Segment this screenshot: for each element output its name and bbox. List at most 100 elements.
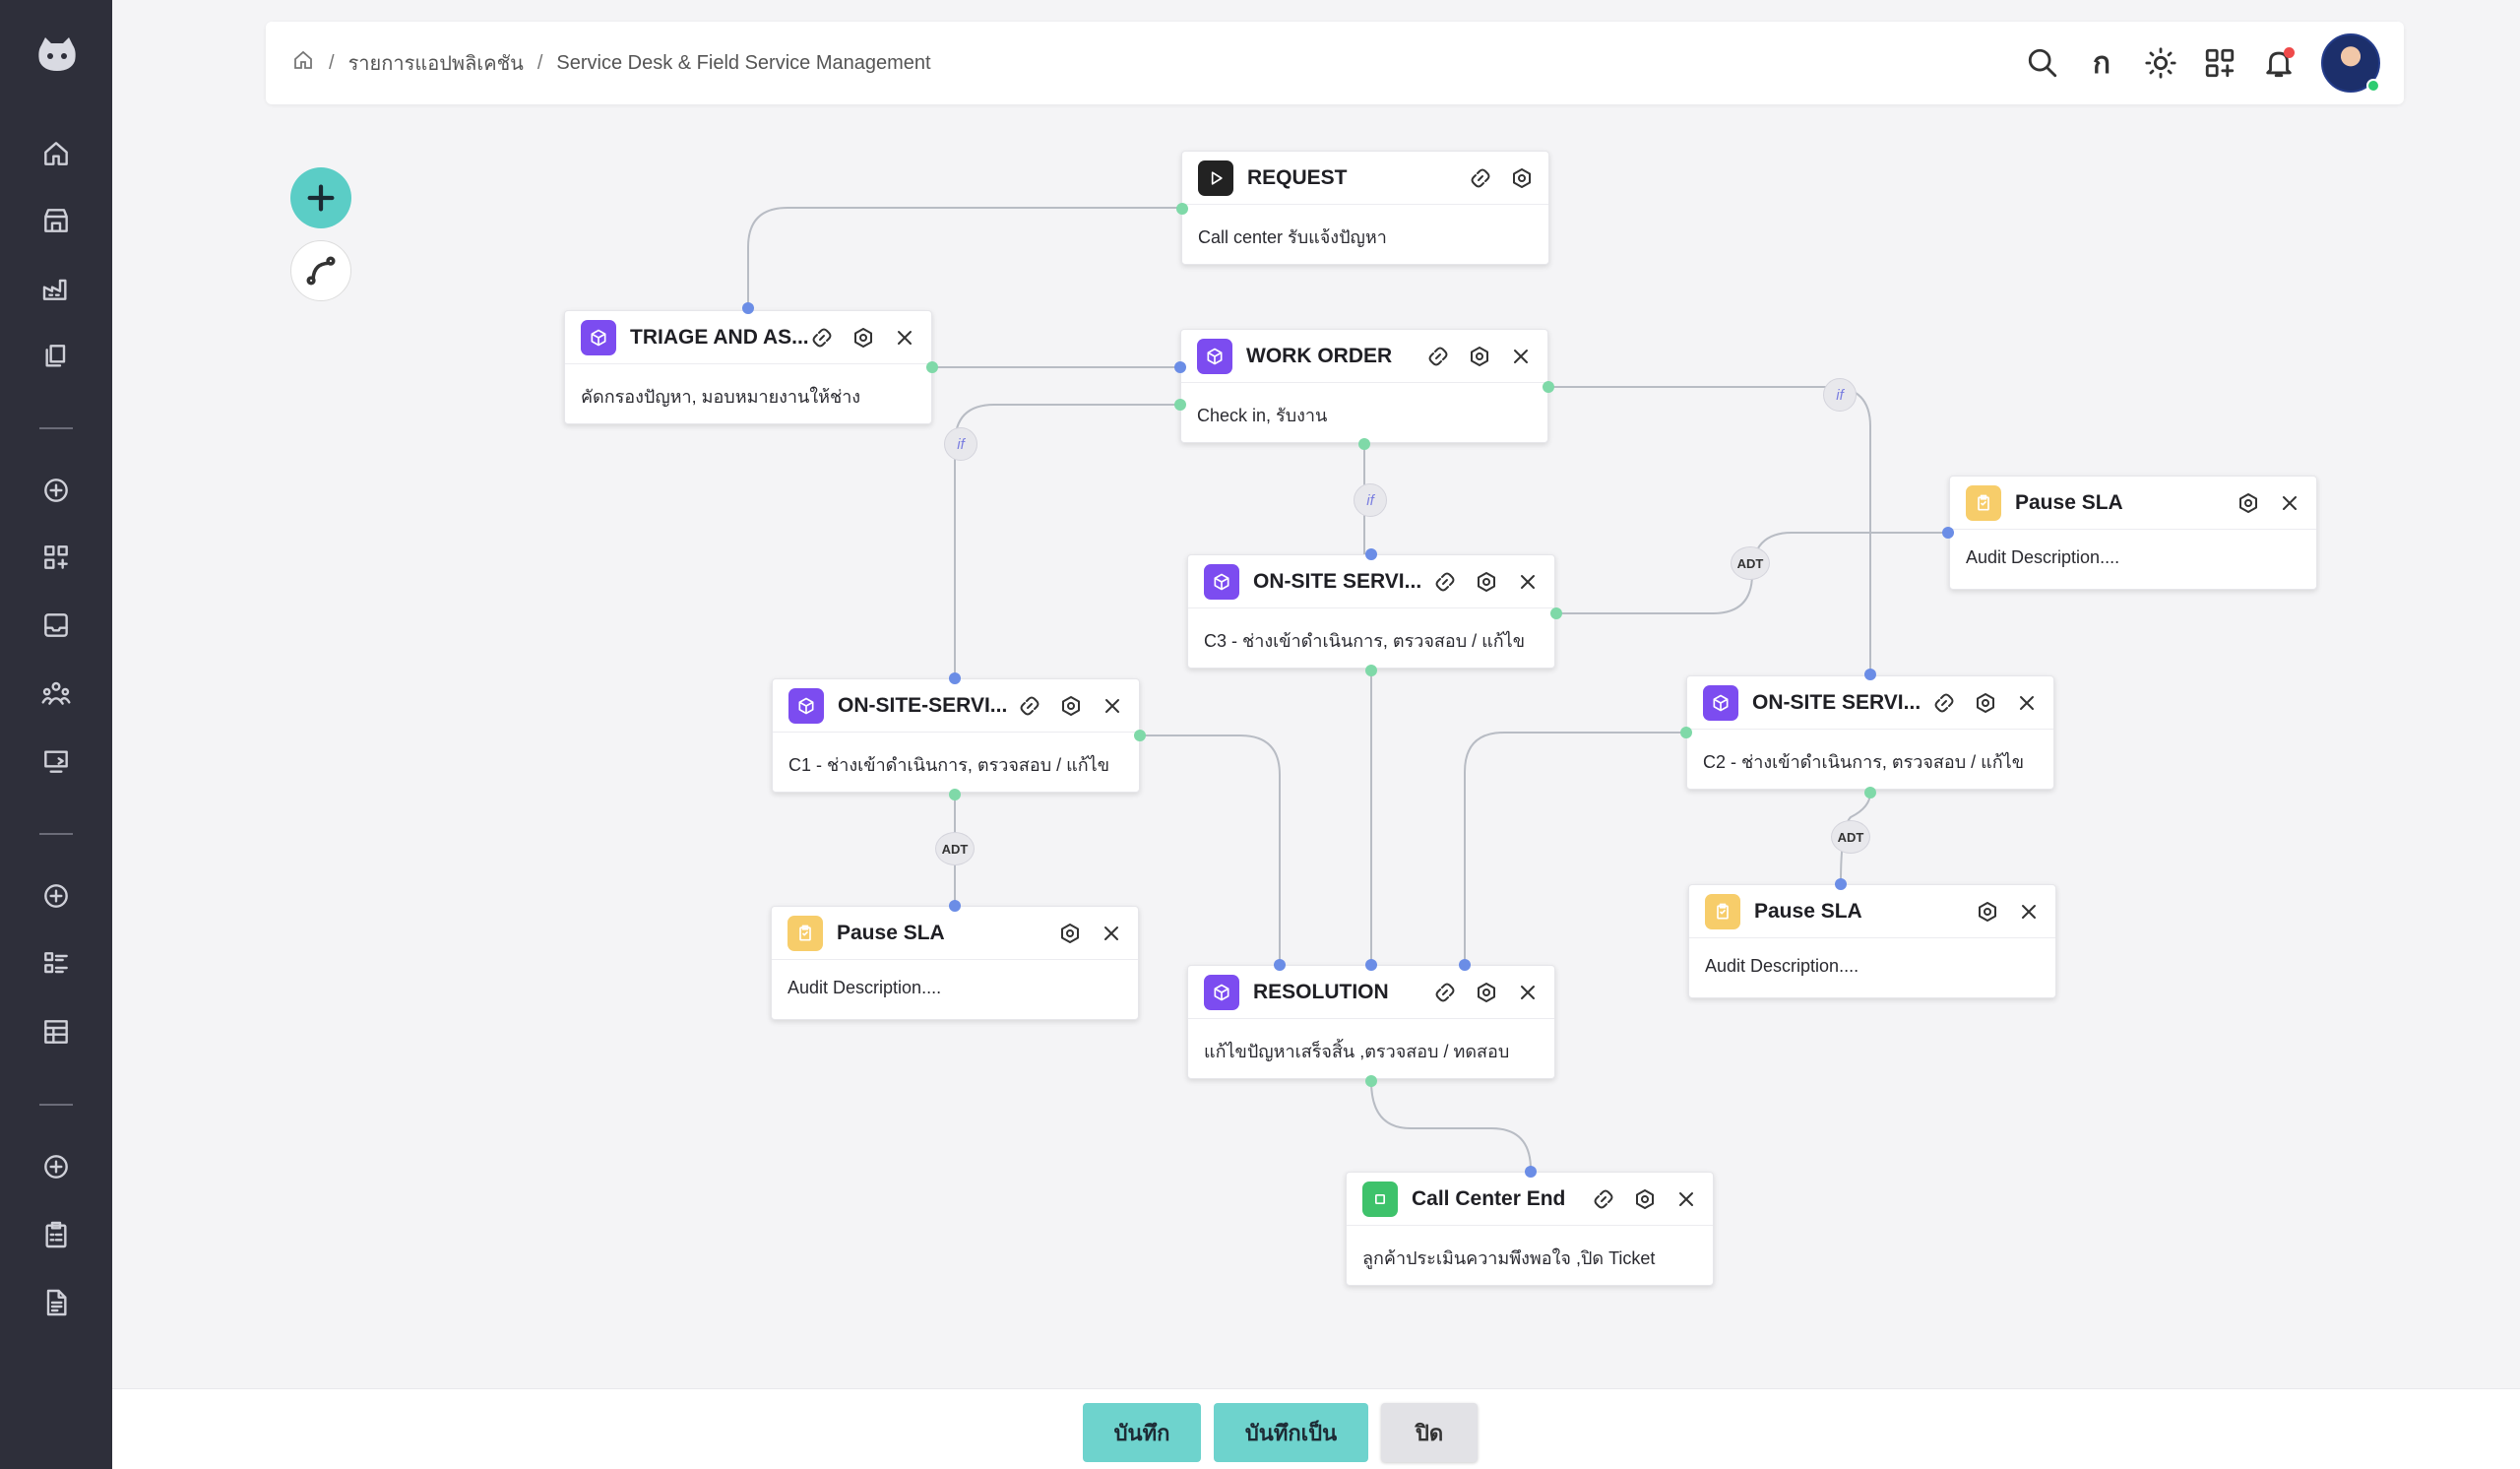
connection-port[interactable]	[1942, 527, 1954, 539]
connection-port[interactable]	[1365, 665, 1377, 676]
connection-port[interactable]	[949, 900, 961, 912]
connection-port[interactable]	[926, 361, 938, 373]
settings-icon[interactable]	[1630, 1184, 1660, 1214]
add-node-button[interactable]	[290, 167, 351, 228]
close-icon[interactable]	[1098, 691, 1127, 721]
settings-icon[interactable]	[849, 323, 878, 352]
connection-port[interactable]	[949, 672, 961, 684]
settings-icon[interactable]	[1465, 342, 1494, 371]
apps-add-icon[interactable]	[36, 538, 76, 577]
users-icon[interactable]	[36, 673, 76, 713]
language-icon[interactable]: ก	[2085, 46, 2118, 81]
node-pause-sla[interactable]: Pause SLA Audit Description....	[1949, 476, 2317, 590]
clipboard-icon[interactable]	[36, 1215, 76, 1254]
connection-port[interactable]	[1543, 381, 1554, 393]
connection-port[interactable]	[742, 302, 754, 314]
bell-icon[interactable]	[2262, 46, 2296, 80]
node-pause-sla[interactable]: Pause SLA Audit Description....	[1688, 884, 2056, 998]
connection-port[interactable]	[1274, 959, 1286, 971]
connection-port[interactable]	[1365, 548, 1377, 560]
node-call-center-end[interactable]: Call Center End ลูกค้าประเมินความพึงพอใจ…	[1346, 1172, 1714, 1286]
connect-path-button[interactable]	[290, 240, 351, 301]
search-icon[interactable]	[2026, 46, 2059, 80]
close-icon[interactable]	[2012, 688, 2042, 718]
home-icon[interactable]	[36, 134, 76, 173]
connection-port[interactable]	[1176, 203, 1188, 215]
app-logo-icon[interactable]	[33, 32, 81, 79]
connection-port[interactable]	[1358, 438, 1370, 450]
settings-icon[interactable]	[1472, 978, 1501, 1007]
inbox-icon[interactable]	[36, 606, 76, 645]
connection-port[interactable]	[1835, 878, 1847, 890]
document-icon[interactable]	[36, 1283, 76, 1322]
breadcrumb-app-list[interactable]: รายการแอปพลิเคชัน	[348, 47, 524, 79]
node-onsite-service-c3[interactable]: ON-SITE SERVI... C3 - ช่างเข้าดำเนินการ,…	[1187, 554, 1555, 669]
settings-icon[interactable]	[1973, 897, 2002, 926]
link-icon[interactable]	[1015, 691, 1044, 721]
add-circle-icon[interactable]	[36, 1147, 76, 1186]
avatar[interactable]	[2321, 33, 2380, 93]
connection-port[interactable]	[1680, 727, 1692, 738]
save-button[interactable]: บันทึก	[1083, 1403, 1201, 1462]
node-pause-sla[interactable]: Pause SLA Audit Description....	[771, 906, 1139, 1020]
link-icon[interactable]	[1929, 688, 1959, 718]
close-icon[interactable]	[2014, 897, 2044, 926]
settings-icon[interactable]	[1055, 919, 1085, 948]
save-as-button[interactable]: บันทึกเป็น	[1214, 1403, 1368, 1462]
link-icon[interactable]	[1423, 342, 1453, 371]
connection-port[interactable]	[1174, 399, 1186, 411]
connection-port[interactable]	[1365, 959, 1377, 971]
close-icon[interactable]	[1513, 978, 1543, 1007]
connection-port[interactable]	[1459, 959, 1471, 971]
screen-share-icon[interactable]	[36, 741, 76, 781]
topbar: / รายการแอปพลิเคชัน / Service Desk & Fie…	[266, 22, 2404, 104]
close-icon[interactable]	[1506, 342, 1536, 371]
node-triage-and-assign[interactable]: TRIAGE AND AS... คัดกรองปัญหา, มอบหมายงา…	[564, 310, 932, 424]
apps-add-icon[interactable]	[2203, 46, 2236, 80]
edge-label-if[interactable]: if	[1823, 378, 1857, 412]
node-request[interactable]: REQUEST Call center รับแจ้งปัญหา	[1181, 151, 1549, 265]
factory-icon[interactable]	[36, 269, 76, 308]
edge-label-adt[interactable]: ADT	[1831, 820, 1870, 854]
list-icon[interactable]	[36, 944, 76, 984]
edge-label-if[interactable]: if	[1354, 483, 1387, 517]
add-circle-icon[interactable]	[36, 471, 76, 510]
connection-port[interactable]	[1134, 730, 1146, 741]
node-onsite-service-c2[interactable]: ON-SITE SERVI... C2 - ช่างเข้าดำเนินการ,…	[1686, 675, 2054, 790]
connection-port[interactable]	[1525, 1166, 1537, 1178]
table-icon[interactable]	[36, 1012, 76, 1052]
home-icon[interactable]	[291, 48, 315, 78]
link-icon[interactable]	[807, 323, 837, 352]
connection-port[interactable]	[1864, 787, 1876, 798]
connection-port[interactable]	[1864, 669, 1876, 680]
connection-port[interactable]	[1550, 607, 1562, 619]
settings-icon[interactable]	[1472, 567, 1501, 597]
files-icon[interactable]	[36, 337, 76, 376]
node-work-order[interactable]: WORK ORDER Check in, รับงาน	[1180, 329, 1548, 443]
close-icon[interactable]	[890, 323, 919, 352]
node-resolution[interactable]: RESOLUTION แก้ไขปัญหาเสร็จสิ้น ,ตรวจสอบ …	[1187, 965, 1555, 1079]
connection-port[interactable]	[1174, 361, 1186, 373]
link-icon[interactable]	[1430, 567, 1460, 597]
node-onsite-service-c1[interactable]: ON-SITE-SERVI... C1 - ช่างเข้าดำเนินการ,…	[772, 678, 1140, 793]
close-icon[interactable]	[1513, 567, 1543, 597]
connection-port[interactable]	[1365, 1075, 1377, 1087]
settings-icon[interactable]	[1971, 688, 2000, 718]
close-button[interactable]: ปิด	[1381, 1403, 1478, 1462]
add-circle-icon[interactable]	[36, 876, 76, 916]
close-icon[interactable]	[1097, 919, 1126, 948]
close-icon[interactable]	[2275, 488, 2304, 518]
connection-port[interactable]	[949, 789, 961, 800]
edge-label-adt[interactable]: ADT	[1731, 546, 1770, 580]
close-icon[interactable]	[1671, 1184, 1701, 1214]
edge-label-adt[interactable]: ADT	[935, 832, 975, 865]
store-icon[interactable]	[36, 201, 76, 240]
link-icon[interactable]	[1430, 978, 1460, 1007]
link-icon[interactable]	[1466, 163, 1495, 193]
edge-label-if[interactable]: if	[944, 427, 977, 461]
sun-icon[interactable]	[2144, 46, 2177, 80]
settings-icon[interactable]	[1056, 691, 1086, 721]
link-icon[interactable]	[1589, 1184, 1618, 1214]
settings-icon[interactable]	[1507, 163, 1537, 193]
settings-icon[interactable]	[2234, 488, 2263, 518]
